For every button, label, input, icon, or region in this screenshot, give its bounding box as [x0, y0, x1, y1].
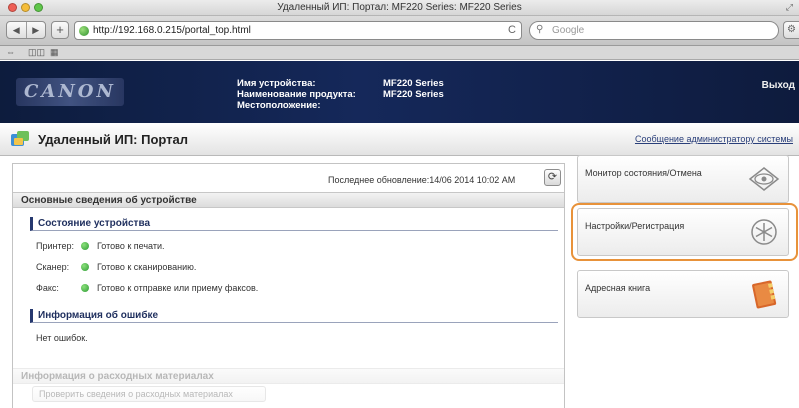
portal-title-bar: Удаленный ИП: Портал Сообщение администр…	[0, 123, 799, 156]
address-book-menu-item[interactable]: Адресная книга	[577, 270, 789, 318]
printer-status-label: Принтер:	[36, 241, 75, 251]
device-status-heading: Состояние устройства	[30, 217, 558, 231]
logout-link[interactable]: Выход	[762, 80, 795, 91]
status-ok-icon	[80, 242, 89, 250]
basic-info-heading: Основные сведения об устройстве	[13, 192, 564, 208]
location-label: Местоположение:	[237, 100, 321, 111]
fax-status: Факс: Готово к отправке или приему факсо…	[36, 283, 258, 293]
search-placeholder: Google	[552, 25, 585, 36]
status-ok-icon	[80, 284, 89, 292]
product-name-label: Наименование продукта:	[237, 89, 356, 100]
portal-icon	[11, 131, 29, 146]
printer-status: Принтер: Готово к печати.	[36, 241, 165, 251]
settings-gear-button[interactable]: ⚙	[783, 21, 799, 39]
refresh-button[interactable]: ⟳	[544, 169, 561, 186]
device-name-label: Имя устройства:	[237, 78, 316, 89]
settings-highlight-frame	[571, 203, 798, 261]
back-forward-buttons: ◀ ▶	[6, 21, 46, 39]
fax-status-value: Готово к отправке или приему факсов.	[97, 283, 259, 293]
window-title: Удаленный ИП: Портал: MF220 Series: MF22…	[277, 2, 522, 13]
address-book-label: Адресная книга	[585, 283, 651, 293]
page-title: Удаленный ИП: Портал	[38, 132, 189, 147]
printer-status-value: Готово к печати.	[97, 241, 165, 251]
device-info: Имя устройства: MF220 Series Наименовани…	[237, 78, 444, 111]
address-bar[interactable]: http://192.168.0.215/portal_top.html C	[74, 21, 522, 40]
fax-status-label: Факс:	[36, 283, 59, 293]
bookmarks-icon[interactable]: ▦	[50, 47, 59, 58]
forward-button[interactable]: ▶	[25, 22, 46, 38]
window-titlebar: Удаленный ИП: Портал: MF220 Series: MF22…	[0, 0, 799, 16]
consumables-heading: Информация о расходных материалах	[13, 368, 564, 384]
search-icon: ⚲	[536, 24, 544, 35]
page-header: CANON Имя устройства: MF220 Series Наиме…	[0, 61, 799, 123]
add-bookmark-button[interactable]: +	[51, 21, 69, 39]
error-info-value: Нет ошибок.	[36, 333, 88, 343]
scanner-status-value: Готово к сканированию.	[97, 262, 197, 272]
status-ok-icon	[80, 263, 89, 271]
check-consumables-button[interactable]: Проверить сведения о расходных материала…	[32, 386, 266, 402]
error-info-heading: Информация об ошибке	[30, 309, 558, 323]
device-name-value: MF220 Series	[383, 78, 444, 89]
scanner-status: Сканер: Готово к сканированию.	[36, 262, 196, 272]
product-name-value: MF220 Series	[383, 89, 444, 100]
scanner-status-label: Сканер:	[36, 262, 70, 272]
bookmarks-bar: ⇔ ◫◫ ▦	[0, 46, 799, 60]
status-monitor-menu-item[interactable]: Монитор состояния/Отмена	[577, 155, 789, 203]
search-field[interactable]: ⚲ Google	[529, 21, 779, 40]
eye-icon	[748, 167, 780, 191]
reading-list-icon[interactable]: ⇔	[6, 47, 15, 57]
status-monitor-label: Монитор состояния/Отмена	[585, 168, 702, 178]
site-favicon-icon	[79, 26, 89, 36]
browser-toolbar: ◀ ▶ + http://192.168.0.215/portal_top.ht…	[0, 16, 799, 46]
url-text[interactable]: http://192.168.0.215/portal_top.html	[93, 25, 251, 36]
reload-button[interactable]: C	[508, 24, 516, 36]
last-update-text: Последнее обновление:14/06 2014 10:02 AM	[328, 175, 516, 185]
top-sites-icon[interactable]: ◫◫	[28, 47, 45, 58]
admin-message-link[interactable]: Сообщение администратору системы	[635, 134, 793, 144]
brand-logo: CANON	[16, 78, 124, 106]
address-book-icon	[752, 280, 777, 309]
fullscreen-icon[interactable]: ⤢	[786, 2, 793, 13]
back-button[interactable]: ◀	[7, 22, 26, 38]
